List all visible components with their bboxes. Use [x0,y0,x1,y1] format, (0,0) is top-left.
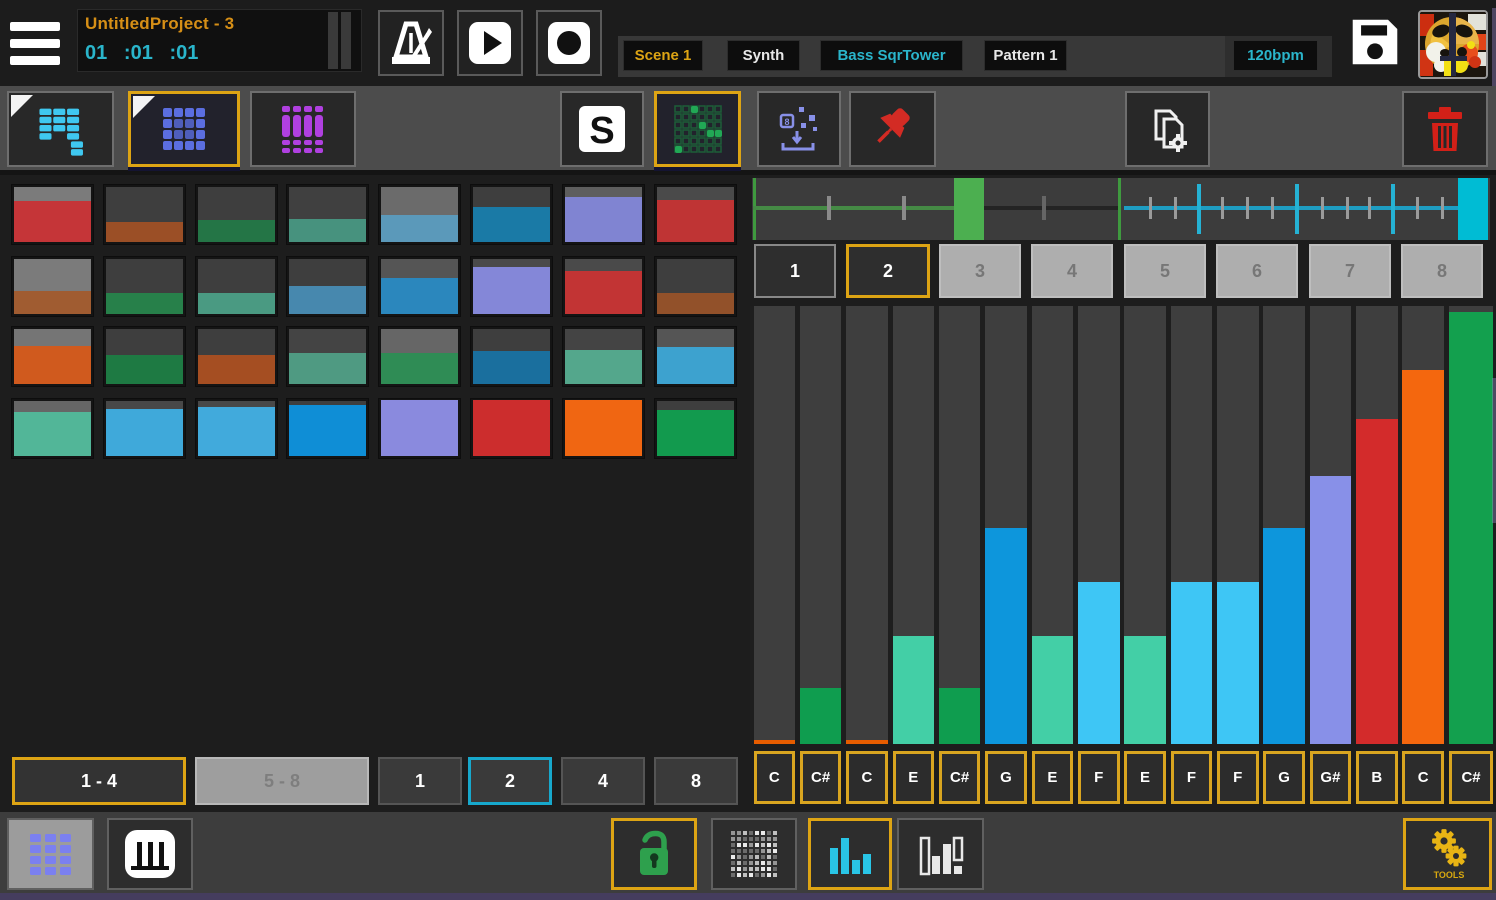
svg-text:TOOLS: TOOLS [1433,870,1464,880]
svg-text:S: S [589,110,614,152]
svg-text:8: 8 [784,117,789,127]
